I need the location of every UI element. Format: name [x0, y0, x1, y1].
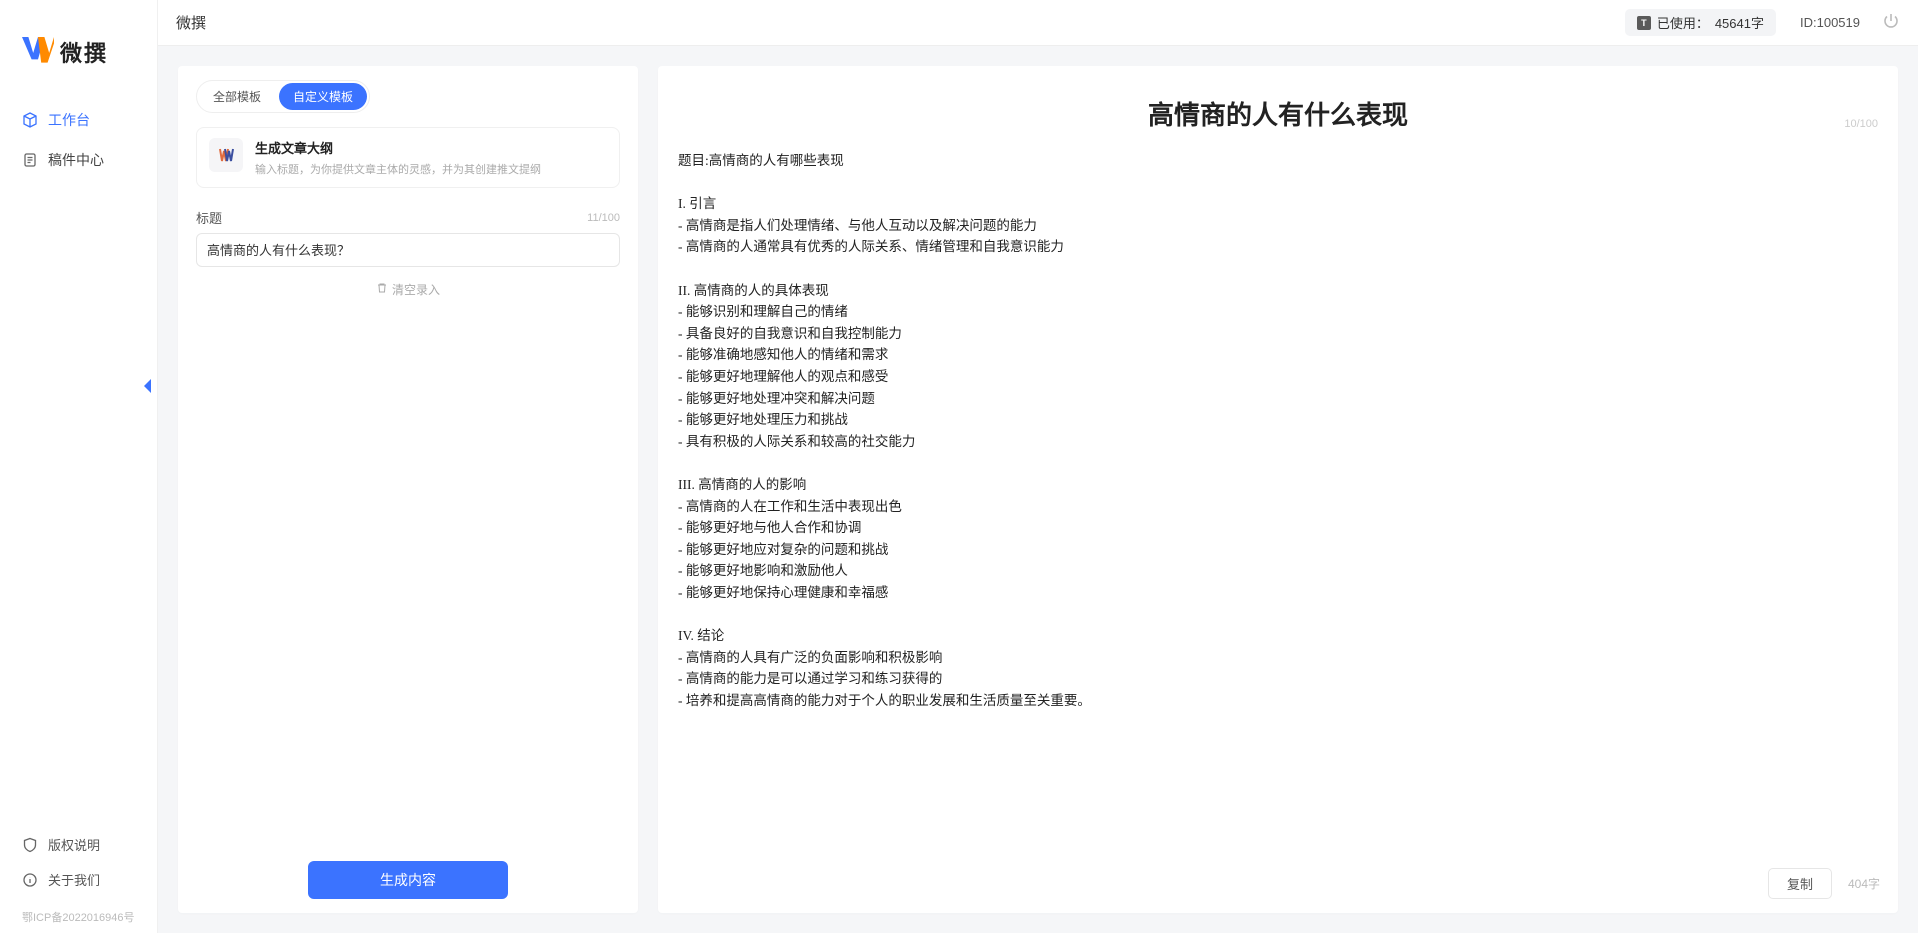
topbar: 微撰 T 已使用： 45641字 ID:100519	[158, 0, 1918, 46]
document-title-input[interactable]	[676, 92, 1880, 134]
nav-workspace[interactable]: 工作台	[0, 100, 157, 140]
user-id: ID:100519	[1800, 15, 1860, 30]
usage-value: 45641字	[1715, 13, 1764, 32]
panels: 全部模板 自定义模板 生成文章大纲 输入标题，为你提供文章主体的灵感，并为其创建…	[158, 46, 1918, 933]
clear-input-button[interactable]: 清空录入	[196, 281, 620, 298]
cube-icon	[22, 112, 38, 128]
logo-text: 微撰	[60, 36, 108, 68]
template-card[interactable]: 生成文章大纲 输入标题，为你提供文章主体的灵感，并为其创建推文提纲	[196, 127, 620, 188]
info-icon	[22, 872, 38, 888]
content: 微撰 T 已使用： 45641字 ID:100519 全部模板 自定义模板	[158, 0, 1918, 933]
document-body[interactable]: 题目:高情商的人有哪些表现 I. 引言 - 高情商是指人们处理情绪、与他人互动以…	[676, 142, 1880, 857]
document-icon	[22, 152, 38, 168]
template-tabs: 全部模板 自定义模板	[196, 80, 370, 113]
nav-main: 工作台 稿件中心	[0, 92, 157, 827]
panel-document: 10/100 题目:高情商的人有哪些表现 I. 引言 - 高情商是指人们处理情绪…	[658, 66, 1898, 913]
nav-about[interactable]: 关于我们	[0, 862, 157, 897]
copy-button[interactable]: 复制	[1768, 868, 1832, 899]
template-name: 生成文章大纲	[255, 138, 607, 157]
nav-drafts-label: 稿件中心	[48, 150, 104, 170]
tab-custom-templates[interactable]: 自定义模板	[279, 83, 367, 110]
document-word-count: 404字	[1848, 875, 1880, 892]
text-count-icon: T	[1637, 16, 1651, 30]
shield-icon	[22, 837, 38, 853]
nav-copyright-label: 版权说明	[48, 835, 100, 854]
generate-button[interactable]: 生成内容	[308, 861, 508, 899]
tab-all-templates[interactable]: 全部模板	[199, 83, 275, 110]
logo: 微撰	[0, 0, 157, 92]
sidebar: 微撰 工作台 稿件中心 版权说明 关于我们 鄂ICP备2022016946号	[0, 0, 158, 933]
icp-text: 鄂ICP备2022016946号	[0, 905, 157, 933]
nav-drafts[interactable]: 稿件中心	[0, 140, 157, 180]
nav-workspace-label: 工作台	[48, 110, 90, 130]
trash-icon	[376, 282, 388, 297]
title-input[interactable]	[207, 242, 609, 257]
logo-icon	[22, 37, 54, 67]
usage-badge[interactable]: T 已使用： 45641字	[1625, 9, 1776, 36]
nav-about-label: 关于我们	[48, 870, 100, 889]
template-icon	[209, 138, 243, 172]
nav-copyright[interactable]: 版权说明	[0, 827, 157, 862]
usage-prefix: 已使用：	[1657, 13, 1709, 32]
topbar-title: 微撰	[176, 12, 206, 33]
title-field-count: 11/100	[587, 212, 620, 224]
title-field-label: 标题	[196, 208, 222, 227]
power-icon[interactable]	[1882, 12, 1900, 33]
template-desc: 输入标题，为你提供文章主体的灵感，并为其创建推文提纲	[255, 161, 607, 177]
document-title-count: 10/100	[1844, 118, 1878, 130]
panel-template: 全部模板 自定义模板 生成文章大纲 输入标题，为你提供文章主体的灵感，并为其创建…	[178, 66, 638, 913]
clear-input-label: 清空录入	[392, 281, 440, 298]
title-input-wrap	[196, 233, 620, 267]
nav-footer: 版权说明 关于我们	[0, 827, 157, 905]
sidebar-collapse-handle[interactable]	[136, 372, 158, 400]
